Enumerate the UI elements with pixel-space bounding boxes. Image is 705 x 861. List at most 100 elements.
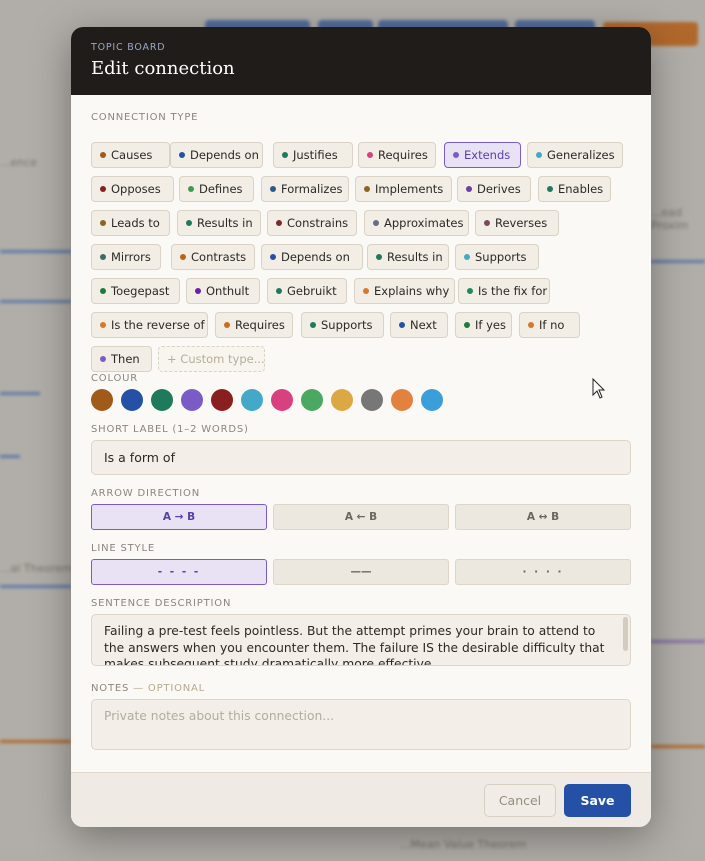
notes-textarea[interactable]: Private notes about this connection... bbox=[91, 699, 631, 750]
connection-type-chip[interactable]: Enables bbox=[538, 176, 611, 202]
connection-type-chip[interactable]: Approximates bbox=[364, 210, 469, 236]
custom-type-button[interactable]: + Custom type... bbox=[158, 346, 265, 372]
sentence-description-textarea[interactable]: Failing a pre-test feels pointless. But … bbox=[91, 614, 631, 666]
chip-color-dot bbox=[100, 186, 106, 192]
connection-type-chip[interactable]: Leads to bbox=[91, 210, 170, 236]
colour-swatch[interactable] bbox=[361, 389, 383, 411]
arrow-both-button[interactable]: A ↔ B bbox=[455, 504, 631, 530]
edit-connection-modal: TOPIC BOARD Edit connection CONNECTION T… bbox=[71, 27, 651, 827]
colour-swatch[interactable] bbox=[91, 389, 113, 411]
textarea-scrollbar[interactable] bbox=[623, 617, 628, 651]
connection-type-chip[interactable]: Onthult bbox=[186, 278, 260, 304]
connection-type-chip[interactable]: If no bbox=[519, 312, 580, 338]
notes-label-text: NOTES bbox=[91, 683, 130, 694]
colour-swatch[interactable] bbox=[301, 389, 323, 411]
connection-type-chip[interactable]: Opposes bbox=[91, 176, 174, 202]
chip-label: Implements bbox=[375, 182, 444, 196]
chip-label: Toegepast bbox=[111, 284, 170, 298]
connection-type-chip[interactable]: Depends on bbox=[261, 244, 363, 270]
chip-label: Is the fix for bbox=[478, 284, 548, 298]
connection-type-chip[interactable]: Generalizes bbox=[527, 142, 623, 168]
connection-type-chip[interactable]: Supports bbox=[301, 312, 384, 338]
colour-swatch[interactable] bbox=[241, 389, 263, 411]
chip-color-dot bbox=[363, 288, 369, 294]
chip-color-dot bbox=[547, 186, 553, 192]
connection-type-chip[interactable]: Results in bbox=[367, 244, 449, 270]
colour-swatch[interactable] bbox=[271, 389, 293, 411]
chip-color-dot bbox=[276, 220, 282, 226]
save-button[interactable]: Save bbox=[564, 784, 631, 817]
arrow-b-to-a-button[interactable]: A ← B bbox=[273, 504, 449, 530]
connection-type-chip[interactable]: Is the fix for bbox=[458, 278, 550, 304]
colour-swatch[interactable] bbox=[151, 389, 173, 411]
chip-label: Formalizes bbox=[281, 182, 343, 196]
line-style-dashed-button[interactable]: - - - - bbox=[91, 559, 267, 585]
chip-color-dot bbox=[100, 322, 106, 328]
connection-type-chip[interactable]: Formalizes bbox=[261, 176, 349, 202]
connection-type-chip[interactable]: Requires bbox=[358, 142, 436, 168]
chip-color-dot bbox=[224, 322, 230, 328]
chip-color-dot bbox=[466, 186, 472, 192]
connection-type-chip[interactable]: Reverses bbox=[475, 210, 559, 236]
chip-color-dot bbox=[179, 152, 185, 158]
chip-color-dot bbox=[100, 254, 106, 260]
connection-type-chip[interactable]: Constrains bbox=[267, 210, 357, 236]
connection-type-chip[interactable]: Mirrors bbox=[91, 244, 161, 270]
chip-label: Constrains bbox=[287, 216, 349, 230]
connection-type-chip[interactable]: Explains why bbox=[354, 278, 455, 304]
chip-label: If yes bbox=[475, 318, 506, 332]
connection-type-chip[interactable]: Results in bbox=[177, 210, 261, 236]
arrow-a-to-b-button[interactable]: A → B bbox=[91, 504, 267, 530]
chip-color-dot bbox=[484, 220, 490, 226]
chip-label: Reverses bbox=[495, 216, 548, 230]
colour-swatch[interactable] bbox=[331, 389, 353, 411]
arrow-direction-label: ARROW DIRECTION bbox=[91, 488, 200, 499]
chip-label: Defines bbox=[199, 182, 243, 196]
connection-type-chip[interactable]: Then bbox=[91, 346, 152, 372]
connection-type-chip[interactable]: Supports bbox=[455, 244, 539, 270]
colour-swatch[interactable] bbox=[121, 389, 143, 411]
connection-type-chip[interactable]: Implements bbox=[355, 176, 452, 202]
connection-type-label: CONNECTION TYPE bbox=[91, 112, 199, 123]
colour-swatch[interactable] bbox=[391, 389, 413, 411]
connection-type-chip[interactable]: Extends bbox=[444, 142, 521, 168]
colour-swatch[interactable] bbox=[421, 389, 443, 411]
modal-header: TOPIC BOARD Edit connection bbox=[71, 27, 651, 95]
chip-label: Depends on bbox=[190, 148, 259, 162]
cancel-button[interactable]: Cancel bbox=[484, 784, 556, 817]
connection-type-chip[interactable]: Justifies bbox=[273, 142, 353, 168]
chip-color-dot bbox=[270, 254, 276, 260]
chip-label: If no bbox=[539, 318, 565, 332]
notes-optional-text: — OPTIONAL bbox=[133, 683, 206, 694]
chip-label: Results in bbox=[387, 250, 443, 264]
sentence-description-label: SENTENCE DESCRIPTION bbox=[91, 598, 232, 609]
chip-label: Enables bbox=[558, 182, 604, 196]
chip-color-dot bbox=[195, 288, 201, 294]
chip-label: Derives bbox=[477, 182, 521, 196]
connection-type-chip[interactable]: Is the reverse of bbox=[91, 312, 208, 338]
connection-type-chip[interactable]: Defines bbox=[179, 176, 254, 202]
connection-type-chip[interactable]: If yes bbox=[455, 312, 512, 338]
chip-color-dot bbox=[186, 220, 192, 226]
chip-label: Gebruikt bbox=[287, 284, 337, 298]
chip-label: Then bbox=[111, 352, 140, 366]
chip-color-dot bbox=[528, 322, 534, 328]
line-style-dotted-button[interactable]: · · · · bbox=[455, 559, 631, 585]
chip-color-dot bbox=[364, 186, 370, 192]
connection-type-chip[interactable]: Next bbox=[390, 312, 448, 338]
colour-swatch[interactable] bbox=[211, 389, 233, 411]
modal-title: Edit connection bbox=[91, 58, 235, 79]
short-label-input[interactable]: Is a form of bbox=[91, 440, 631, 475]
chip-color-dot bbox=[100, 288, 106, 294]
connection-type-chip[interactable]: Causes bbox=[91, 142, 170, 168]
connection-type-chip[interactable]: Depends on bbox=[170, 142, 263, 168]
connection-type-chip[interactable]: Derives bbox=[457, 176, 531, 202]
connection-type-chip[interactable]: Contrasts bbox=[171, 244, 255, 270]
chip-color-dot bbox=[270, 186, 276, 192]
connection-type-chip[interactable]: Requires bbox=[215, 312, 293, 338]
connection-type-chip[interactable]: Gebruikt bbox=[267, 278, 347, 304]
line-style-solid-button[interactable]: —— bbox=[273, 559, 449, 585]
connection-type-chip[interactable]: Toegepast bbox=[91, 278, 180, 304]
colour-swatch[interactable] bbox=[181, 389, 203, 411]
chip-color-dot bbox=[467, 288, 473, 294]
